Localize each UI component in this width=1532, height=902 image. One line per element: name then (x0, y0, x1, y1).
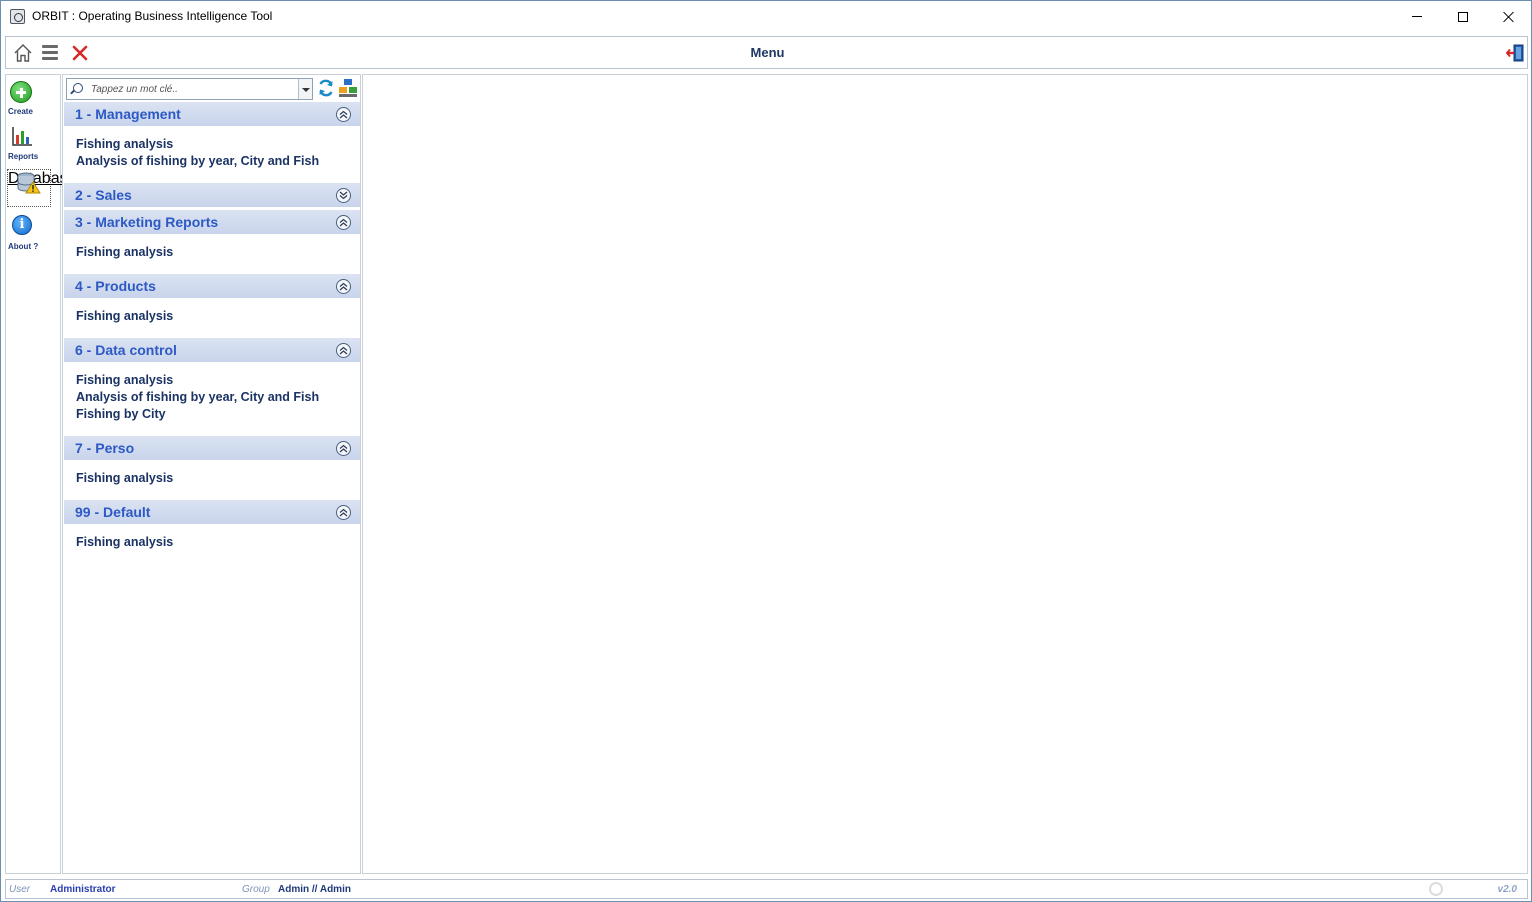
collapse-chevron-up-icon[interactable] (336, 107, 351, 122)
group-body: Fishing analysis (64, 525, 360, 564)
search-box[interactable] (66, 78, 313, 100)
group-header[interactable]: 1 - Management (64, 102, 360, 127)
refresh-icon[interactable] (316, 78, 336, 98)
collapse-chevron-up-icon[interactable] (336, 279, 351, 294)
report-link[interactable]: Fishing by City (76, 406, 360, 423)
reports-label: Reports (8, 152, 39, 161)
minimize-button[interactable] (1394, 1, 1440, 32)
title-bar: ORBIT : Operating Business Intelligence … (1, 1, 1531, 32)
group-title: 2 - Sales (75, 187, 132, 203)
about-label: About ? (8, 242, 39, 251)
user-value: Administrator (50, 884, 116, 895)
group-body: Fishing analysis Analysis of fishing by y… (64, 127, 360, 183)
report-groups: 1 - Management Fishing analysis Analysis o… (64, 102, 360, 564)
group-title: 1 - Management (75, 106, 181, 122)
expand-chevron-down-icon[interactable] (336, 188, 351, 203)
info-icon: i (12, 215, 32, 235)
report-link[interactable]: Fishing analysis (76, 372, 360, 389)
group-body: Fishing analysis (64, 235, 360, 274)
main-content-area (362, 74, 1528, 874)
group-body: Fishing analysis (64, 299, 360, 338)
database-icon (17, 172, 41, 194)
version-label: v2.0 (1497, 884, 1517, 895)
report-link[interactable]: Analysis of fishing by year, City and Fi… (76, 153, 360, 170)
about-button[interactable]: i About ? (6, 211, 60, 253)
user-label: User (9, 884, 31, 895)
group-header[interactable]: 7 - Perso (64, 436, 360, 461)
group-header[interactable]: 6 - Data control (64, 338, 360, 363)
databases-button[interactable]: Databases (7, 169, 85, 207)
maximize-icon (1458, 11, 1468, 22)
bar-chart-icon (12, 127, 32, 146)
group-title: 99 - Default (75, 504, 151, 520)
collapse-chevron-up-icon[interactable] (336, 215, 351, 230)
create-label: Create (8, 107, 33, 116)
search-icon (73, 83, 83, 93)
collapse-chevron-up-icon[interactable] (336, 441, 351, 456)
group-header[interactable]: 99 - Default (64, 500, 360, 525)
group-label: Group (242, 884, 270, 895)
create-button[interactable]: Create (6, 75, 60, 119)
collapse-chevron-up-icon[interactable] (336, 505, 351, 520)
report-link[interactable]: Fishing analysis (76, 244, 360, 261)
group-body: Fishing analysis (64, 461, 360, 500)
report-menu-panel: 1 - ManagementFishing analysisAnalysis o… (62, 74, 361, 874)
status-bar: User Administrator Group Admin // Admin … (5, 879, 1528, 899)
app-window: ORBIT : Operating Business Intelligence … (0, 0, 1532, 902)
close-window-button[interactable] (1486, 1, 1532, 32)
report-link[interactable]: Fishing analysis (76, 136, 360, 153)
database-select-icon[interactable] (338, 78, 358, 98)
group-value: Admin // Admin (278, 884, 351, 895)
report-link[interactable]: Fishing analysis (76, 308, 360, 325)
report-link[interactable]: Fishing analysis (76, 534, 360, 551)
group-title: 7 - Perso (75, 440, 135, 456)
group-header[interactable]: 2 - Sales (64, 183, 360, 208)
maximize-button[interactable] (1440, 1, 1486, 32)
app-icon (10, 9, 25, 24)
busy-indicator-icon (1429, 882, 1443, 896)
logout-icon[interactable] (1506, 43, 1526, 63)
left-navigation: Create Reports Databases i About ? (5, 74, 85, 874)
report-link[interactable]: Fishing analysis (76, 470, 360, 487)
close-icon (1503, 11, 1515, 23)
search-dropdown-button[interactable] (298, 79, 312, 99)
add-icon (10, 81, 32, 103)
reports-button[interactable]: Reports (6, 121, 60, 165)
group-title: 3 - Marketing Reports (75, 214, 219, 230)
collapse-chevron-up-icon[interactable] (336, 343, 351, 358)
search-input[interactable] (91, 81, 296, 97)
window-title: ORBIT : Operating Business Intelligence … (32, 9, 273, 23)
group-title: 4 - Products (75, 278, 156, 294)
group-header[interactable]: 4 - Products (64, 274, 360, 299)
toolbar-title: Menu (750, 45, 785, 60)
minimize-icon (1412, 16, 1422, 17)
group-title: 6 - Data control (75, 342, 177, 358)
report-link[interactable]: Analysis of fishing by year, City and Fi… (76, 389, 360, 406)
group-header[interactable]: 3 - Marketing Reports (64, 210, 360, 235)
group-body: Fishing analysis Analysis of fishing by y… (64, 363, 360, 436)
toolbar: Menu (5, 36, 1528, 69)
